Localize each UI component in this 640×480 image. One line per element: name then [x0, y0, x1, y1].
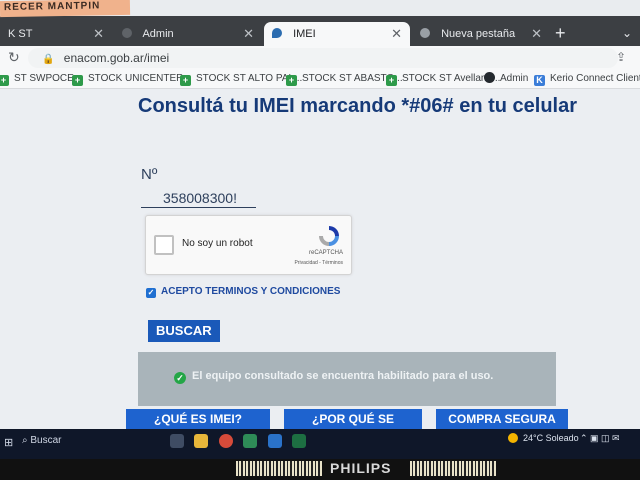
- safe-purchase-button[interactable]: COMPRA SEGURA: [436, 409, 568, 429]
- barcode-sticker: [410, 461, 496, 476]
- page-content: Consultá tu IMEI marcando *#06# en tu ce…: [0, 89, 640, 429]
- lock-icon[interactable]: 🔒: [42, 54, 54, 65]
- tab-imei[interactable]: IMEI ✕: [264, 22, 410, 46]
- green-sheet-icon: +: [72, 75, 83, 86]
- bookmarks-bar: + ST SWPOCE... + STOCK UNICENTER... + STOCK…: [0, 70, 640, 89]
- recaptcha-checkbox[interactable]: [154, 235, 174, 255]
- close-icon[interactable]: ✕: [531, 22, 542, 46]
- close-icon[interactable]: ✕: [93, 22, 104, 46]
- green-sheet-icon: +: [286, 75, 297, 86]
- search-button[interactable]: BUSCAR: [148, 320, 220, 342]
- folder-icon[interactable]: [194, 434, 209, 448]
- checkmark-icon[interactable]: ✓: [146, 288, 156, 298]
- paper-sticker: RECER MANTPIN: [0, 0, 131, 18]
- terms-checkbox[interactable]: ✓ ACEPTO TERMINOS Y CONDICIONES: [146, 286, 340, 298]
- page-title: Consultá tu IMEI marcando *#06# en tu ce…: [138, 95, 578, 117]
- browser-tab-strip: K ST SWPOCENTRAL - ✕ Admin ✕ IMEI ✕ Nuev…: [0, 16, 640, 64]
- recaptcha-brand: reCAPTCHA: [308, 250, 343, 256]
- tab-label: Admin: [142, 28, 174, 40]
- close-icon[interactable]: ✕: [243, 22, 254, 46]
- page-icon: [122, 28, 132, 38]
- github-icon: [484, 72, 495, 83]
- bookmark-item[interactable]: + STOCK UNICENTER...: [72, 72, 192, 86]
- weather-widget[interactable]: 24°C Soleado: [508, 433, 579, 443]
- why-button[interactable]: ¿POR QUÉ SE: [284, 409, 422, 429]
- terms-label: ACEPTO TERMINOS Y CONDICIONES: [161, 286, 341, 297]
- taskbar-search[interactable]: ⌕ Buscar: [22, 435, 62, 446]
- outlook-icon[interactable]: [267, 434, 282, 448]
- tab-search-icon[interactable]: ⌄: [622, 26, 632, 40]
- close-icon[interactable]: ✕: [391, 22, 402, 46]
- bookmark-item[interactable]: + STOCK ST ALTO PAL...: [180, 72, 302, 86]
- tab-label: IMEI: [293, 28, 316, 40]
- tab-new[interactable]: Nueva pestaña ✕: [412, 22, 550, 46]
- screen: RECER MANTPIN K ST SWPOCENTRAL - ✕ Admin…: [0, 0, 640, 480]
- tab-admin[interactable]: Admin ✕: [114, 22, 262, 46]
- browser-toolbar: ↻ 🔒 enacom.gob.ar/imei ⇪: [0, 46, 640, 70]
- bookmark-item[interactable]: K Kerio Connect Client: [534, 72, 640, 86]
- enacom-icon: [272, 28, 282, 38]
- recaptcha-label: No soy un robot: [182, 238, 253, 249]
- what-is-imei-button[interactable]: ¿QUÉ ES IMEI?: [126, 409, 270, 429]
- tab-stock-swpocentral[interactable]: K ST SWPOCENTRAL - ✕: [0, 22, 112, 64]
- chrome-icon[interactable]: [218, 434, 233, 448]
- share-icon[interactable]: ⇪: [616, 50, 626, 64]
- monitor-brand: PHILIPS: [330, 460, 392, 476]
- imei-input[interactable]: [141, 188, 256, 208]
- imei-field-label: Nº: [141, 166, 158, 183]
- bookmark-item[interactable]: + ST SWPOCE...: [0, 72, 82, 86]
- result-alert: ✓ El equipo consultado se encuentra habi…: [138, 352, 556, 406]
- tab-label: Nueva pestaña: [441, 28, 516, 40]
- result-message: El equipo consultado se encuentra habili…: [192, 370, 494, 382]
- check-circle-icon: ✓: [174, 372, 186, 384]
- green-sheet-icon: +: [180, 75, 191, 86]
- new-tab-button[interactable]: +: [555, 22, 566, 44]
- sun-icon: [508, 433, 518, 443]
- address-bar[interactable]: 🔒 enacom.gob.ar/imei: [28, 48, 618, 68]
- taskbar-apps: [170, 434, 312, 453]
- monitor-bezel: PHILIPS: [0, 459, 640, 480]
- reload-icon[interactable]: ↻: [8, 49, 20, 66]
- recaptcha-logo-icon: [319, 226, 339, 246]
- recaptcha-widget: No soy un robot reCAPTCHA Privacidad - T…: [145, 215, 352, 275]
- green-sheet-icon: +: [0, 75, 9, 86]
- recaptcha-legal-link[interactable]: Privacidad - Términos: [294, 260, 343, 266]
- system-tray[interactable]: ⌃ ▣ ◫ ✉: [580, 433, 620, 444]
- windows-taskbar: ⊞ ⌕ Buscar 24°C Soleado ⌃ ▣ ◫ ✉: [0, 429, 640, 459]
- kerio-icon: K: [534, 75, 545, 86]
- bookmark-item[interactable]: Admin: [484, 72, 528, 86]
- sheets-icon[interactable]: [243, 434, 258, 448]
- url-text: enacom.gob.ar/imei: [63, 51, 170, 65]
- green-sheet-icon: +: [386, 75, 397, 86]
- barcode-sticker: [236, 461, 322, 476]
- chrome-icon: [420, 28, 430, 38]
- excel-icon[interactable]: [292, 434, 307, 448]
- task-view-icon[interactable]: [170, 434, 184, 448]
- start-icon[interactable]: ⊞: [4, 436, 14, 449]
